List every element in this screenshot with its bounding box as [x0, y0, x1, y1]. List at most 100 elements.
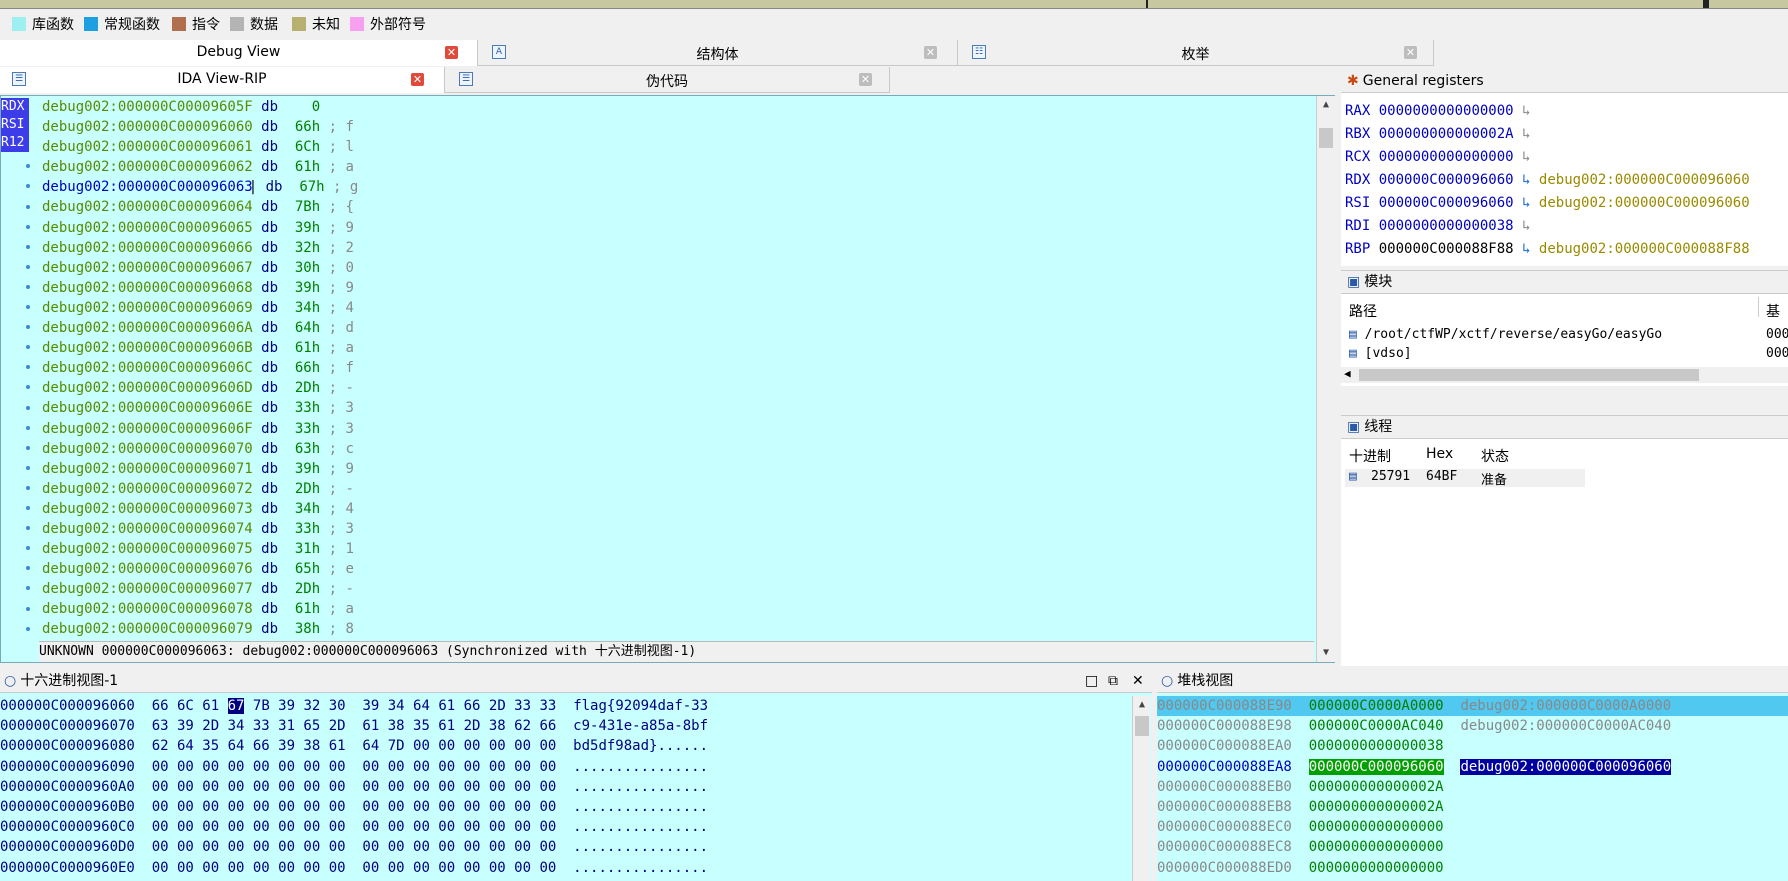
module-row[interactable]: ▤ /root/ctfWP/xctf/reverse/easyGo/easyGo [1349, 327, 1662, 342]
disasm-address[interactable]: debug002:000000C000096064 [42, 199, 253, 215]
disasm-line[interactable]: debug002:000000C000096075 db 31h ; 1 [42, 539, 1314, 559]
hex-ascii[interactable]: ................ [573, 860, 708, 876]
jump-arrow-icon[interactable]: ↳ [1522, 218, 1530, 234]
register-symbol[interactable]: debug002:000000C000096060 [1539, 172, 1750, 188]
register-row[interactable]: RCX 0000000000000000 ↳ [1345, 146, 1750, 169]
close-icon[interactable]: ✕ [445, 46, 458, 59]
disasm-line[interactable]: debug002:000000C00009606C db 66h ; f [42, 358, 1314, 378]
close-icon[interactable]: ✕ [1132, 670, 1144, 692]
modules-col-base[interactable]: 基 [1766, 301, 1780, 321]
hex-bytes[interactable]: 63 39 2D 34 33 31 65 2D 61 38 35 61 2D 3… [152, 718, 557, 734]
register-value[interactable]: 000000C000096060 [1379, 172, 1514, 188]
disasm-address[interactable]: debug002:000000C00009606E [42, 400, 253, 416]
hex-row[interactable]: 000000C0000960B0 00 00 00 00 00 00 00 00… [0, 797, 708, 817]
hex-row[interactable]: 000000C000096080 62 64 35 64 66 39 38 61… [0, 736, 708, 756]
navigation-band[interactable] [0, 0, 1788, 9]
disasm-address[interactable]: debug002:000000C000096079 [42, 621, 253, 637]
disasm-line[interactable]: debug002:000000C000096074 db 33h ; 3 [42, 519, 1314, 539]
disasm-line[interactable]: debug002:000000C000096076 db 65h ; e [42, 559, 1314, 579]
disasm-line[interactable]: debug002:000000C00009606F db 33h ; 3 [42, 419, 1314, 439]
jump-arrow-icon[interactable]: ↳ [1522, 126, 1530, 142]
hex-bytes[interactable]: 00 00 00 00 00 00 00 00 00 00 00 00 00 0… [152, 819, 557, 835]
tab-pseudocode[interactable]: ☰ 伪代码 ✕ [445, 67, 890, 93]
stack-row[interactable]: 000000C000088EA0 0000000000000038 [1157, 736, 1788, 756]
hex-row[interactable]: 000000C000096090 00 00 00 00 00 00 00 00… [0, 757, 708, 777]
stack-value[interactable]: 000000000000002A [1309, 779, 1444, 795]
jump-arrow-icon[interactable]: ↳ [1522, 172, 1530, 188]
thread-row[interactable]: ▤ 25791 64BF 准备 [1345, 469, 1585, 488]
disassembly-view[interactable]: RDX RSI R12 debug002:000000C00009605F db… [0, 95, 1335, 663]
register-row[interactable]: RDX 000000C000096060 ↳ debug002:000000C0… [1345, 169, 1750, 192]
hex-rows[interactable]: 000000C000096060 66 6C 61 67 7B 39 32 30… [0, 696, 708, 878]
tab-structures[interactable]: A 结构体 ✕ [478, 40, 958, 66]
disasm-line[interactable]: debug002:000000C00009606D db 2Dh ; - [42, 378, 1314, 398]
tab-enums[interactable]: ☷ 枚举 ✕ [958, 40, 1434, 66]
hex-bytes[interactable]: 00 00 00 00 00 00 00 00 00 00 00 00 00 0… [152, 779, 557, 795]
stack-row[interactable]: 000000C000088EB8 000000000000002A [1157, 797, 1788, 817]
hex-bytes[interactable]: 00 00 00 00 00 00 00 00 00 00 00 00 00 0… [152, 860, 557, 876]
threads-col-hex[interactable]: Hex [1426, 446, 1453, 462]
jump-arrow-icon[interactable]: ↳ [1522, 149, 1530, 165]
disasm-line[interactable]: debug002:000000C000096066 db 32h ; 2 [42, 238, 1314, 258]
stack-value[interactable]: 000000000000002A [1309, 799, 1444, 815]
register-row[interactable]: RSI 000000C000096060 ↳ debug002:000000C0… [1345, 192, 1750, 215]
stack-view-panel[interactable]: ○ 堆栈视图 000000C000088E90 000000C0000A0000 … [1157, 670, 1788, 881]
register-row[interactable]: RBX 000000000000002A ↳ [1345, 123, 1750, 146]
stack-row[interactable]: 000000C000088EA8 000000C000096060 debug0… [1157, 757, 1788, 777]
hex-ascii[interactable]: c9-431e-a85a-8bf [573, 718, 708, 734]
hex-row[interactable]: 000000C000096070 63 39 2D 34 33 31 65 2D… [0, 716, 708, 736]
hex-bytes[interactable]: 7B 39 32 30 39 34 64 61 66 2D 33 33 [253, 698, 556, 714]
register-value[interactable]: 000000C000088F88 [1379, 241, 1514, 257]
close-icon[interactable]: ✕ [1404, 46, 1417, 59]
hex-ascii[interactable]: ................ [573, 819, 708, 835]
disasm-line[interactable]: debug002:000000C000096064 db 7Bh ; { [42, 197, 1314, 217]
register-value[interactable]: 000000C000096060 [1379, 195, 1514, 211]
scroll-thumb[interactable] [1319, 128, 1333, 148]
close-icon[interactable]: ✕ [924, 46, 937, 59]
disasm-address[interactable]: debug002:000000C00009605F [42, 99, 253, 115]
register-value[interactable]: 000000000000002A [1379, 126, 1514, 142]
maximize-icon[interactable]: □ [1085, 670, 1098, 692]
disasm-line[interactable]: debug002:000000C000096079 db 38h ; 8 [42, 619, 1314, 639]
hex-bytes[interactable]: 00 00 00 00 00 00 00 00 00 00 00 00 00 0… [152, 839, 557, 855]
disasm-address[interactable]: debug002:000000C000096075 [42, 541, 253, 557]
stack-value[interactable]: 000000C0000A0000 [1309, 698, 1444, 714]
stack-symbol[interactable]: debug002:000000C0000A0000 [1460, 698, 1671, 714]
threads-col-state[interactable]: 状态 [1481, 446, 1509, 466]
stack-row[interactable]: 000000C000088EC8 0000000000000000 [1157, 837, 1788, 857]
disasm-line[interactable]: debug002:000000C00009606E db 33h ; 3 [42, 398, 1314, 418]
scroll-thumb[interactable] [1359, 369, 1699, 381]
scroll-down-icon[interactable]: ▼ [1317, 645, 1335, 661]
hex-row[interactable]: 000000C000096060 66 6C 61 67 7B 39 32 30… [0, 696, 708, 716]
hex-ascii[interactable]: ................ [573, 799, 708, 815]
disasm-address[interactable]: debug002:000000C000096076 [42, 561, 253, 577]
disasm-address[interactable]: debug002:000000C000096060 [42, 119, 253, 135]
hex-ascii[interactable]: ................ [573, 779, 708, 795]
disasm-address[interactable]: debug002:000000C00009606F [42, 421, 253, 437]
disasm-line[interactable]: debug002:000000C000096060 db 66h ; f [42, 117, 1314, 137]
scroll-thumb[interactable] [1135, 716, 1149, 736]
jump-arrow-icon[interactable]: ↳ [1522, 195, 1530, 211]
stack-row[interactable]: 000000C000088E98 000000C0000AC040 debug0… [1157, 716, 1788, 736]
register-value[interactable]: 0000000000000038 [1379, 218, 1514, 234]
disasm-line[interactable]: debug002:000000C000096071 db 39h ; 9 [42, 459, 1314, 479]
disasm-scrollbar[interactable]: ▲ ▼ [1316, 96, 1335, 662]
disasm-line[interactable]: debug002:000000C000096061 db 6Ch ; l [42, 137, 1314, 157]
disasm-line[interactable]: debug002:000000C000096062 db 61h ; a [42, 157, 1314, 177]
disasm-line[interactable]: debug002:000000C000096070 db 63h ; c [42, 439, 1314, 459]
scroll-up-icon[interactable]: ▲ [1133, 697, 1151, 713]
restore-icon[interactable]: ⧉ [1108, 670, 1118, 692]
stack-value[interactable]: 0000000000000000 [1309, 819, 1444, 835]
stack-symbol[interactable]: debug002:000000C0000AC040 [1460, 718, 1671, 734]
stack-rows[interactable]: 000000C000088E90 000000C0000A0000 debug0… [1157, 696, 1788, 878]
stack-row[interactable]: 000000C000088EB0 000000000000002A [1157, 777, 1788, 797]
disasm-address[interactable]: debug002:000000C00009606C [42, 360, 253, 376]
disasm-line[interactable]: debug002:000000C000096069 db 34h ; 4 [42, 298, 1314, 318]
hex-bytes[interactable]: 00 00 00 00 00 00 00 00 00 00 00 00 00 0… [152, 799, 557, 815]
hex-view-panel[interactable]: ○ 十六进制视图-1 □ ⧉ ✕ 000000C000096060 66 6C 6… [0, 670, 1152, 881]
disasm-address[interactable]: debug002:000000C000096067 [42, 260, 253, 276]
close-icon[interactable]: ✕ [411, 73, 424, 86]
register-row[interactable]: RBP 000000C000088F88 ↳ debug002:000000C0… [1345, 238, 1750, 261]
close-icon[interactable]: ✕ [859, 73, 872, 86]
hex-ascii[interactable]: ................ [573, 839, 708, 855]
